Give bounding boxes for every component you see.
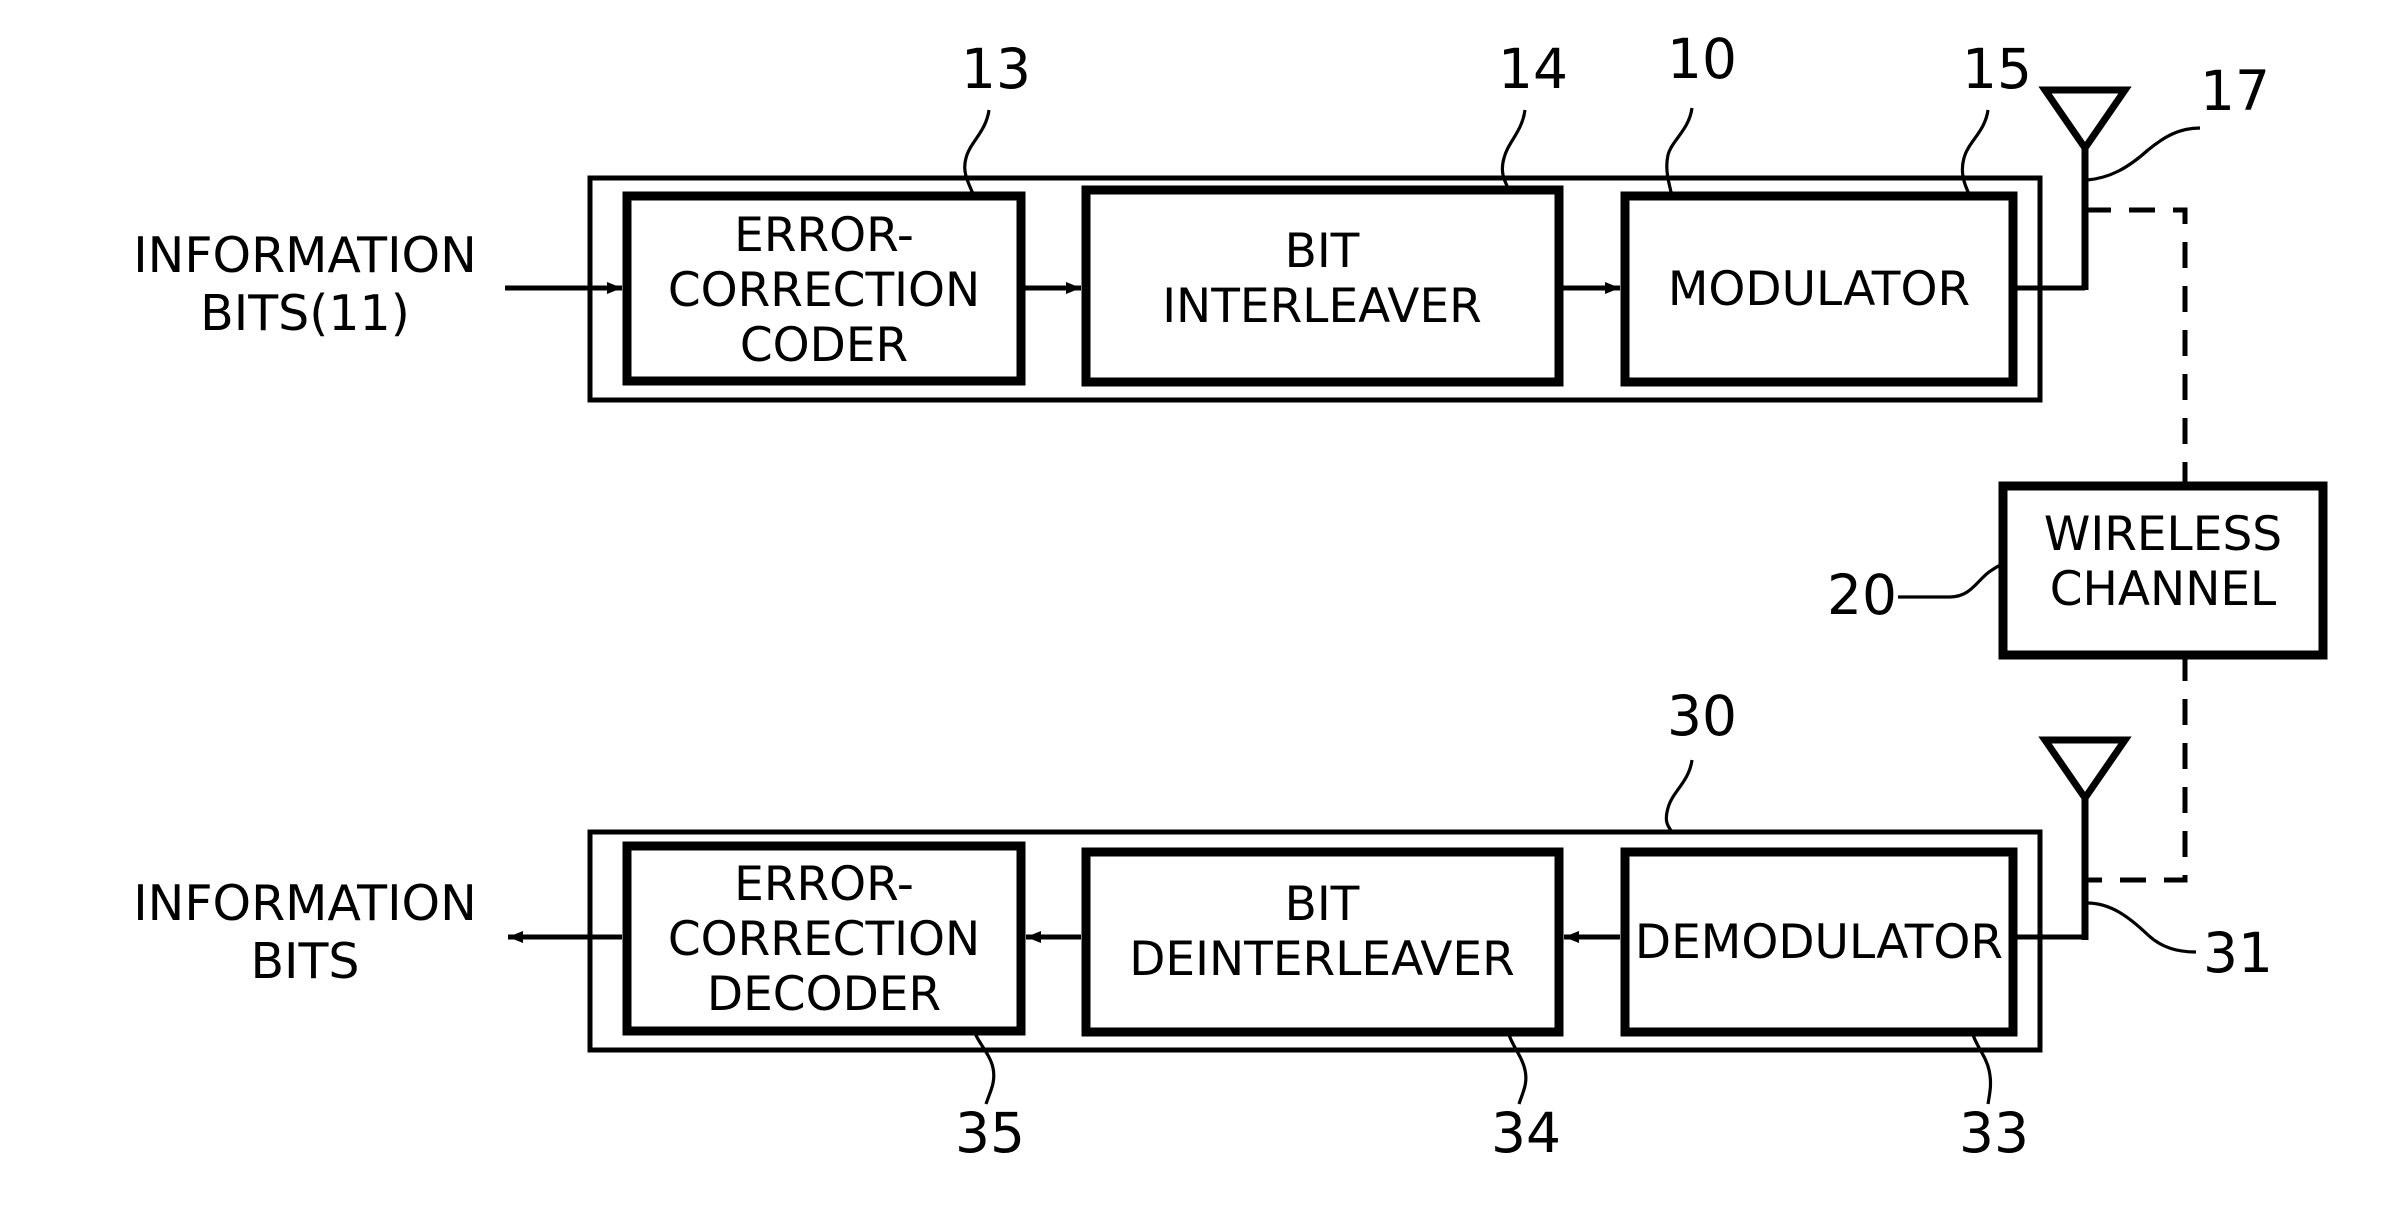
ref-13-label: 13 xyxy=(961,37,1031,101)
ref-33-label: 33 xyxy=(1959,1101,2029,1165)
block-diagram: ERROR- CORRECTION CODER BIT INTERLEAVER … xyxy=(133,27,2328,1165)
leader-35 xyxy=(972,1030,996,1105)
leader-20 xyxy=(1898,563,2004,599)
deinterleaver-label-line2: DEINTERLEAVER xyxy=(1129,932,1515,987)
decoder-label-line1: ERROR- xyxy=(734,857,914,912)
rx-output-label-line1: INFORMATION xyxy=(133,875,477,932)
coder-label-line1: ERROR- xyxy=(734,208,914,263)
decoder-label-line3: DECODER xyxy=(707,967,941,1022)
ref-17-label: 17 xyxy=(2200,59,2270,123)
leader-17 xyxy=(2086,126,2201,182)
leader-10 xyxy=(1665,107,1694,197)
dashed-link-tx-to-channel xyxy=(2085,207,2188,490)
ref-14-label: 14 xyxy=(1498,37,1568,101)
demodulator-label: DEMODULATOR xyxy=(1635,915,2003,970)
rx-output-label-line2: BITS xyxy=(250,933,359,990)
deinterleaver-label-line1: BIT xyxy=(1285,877,1360,932)
interleaver-label-line2: INTERLEAVER xyxy=(1162,279,1482,334)
ref-10-label: 10 xyxy=(1667,27,1737,91)
rx-antenna-icon xyxy=(2038,736,2132,805)
figure-canvas: ERROR- CORRECTION CODER BIT INTERLEAVER … xyxy=(0,0,2400,1220)
leader-34 xyxy=(1506,1031,1528,1105)
leader-13 xyxy=(963,109,991,197)
leader-15 xyxy=(1960,109,1990,197)
ref-34-label: 34 xyxy=(1491,1101,1561,1165)
modulator-label: MODULATOR xyxy=(1668,262,1970,317)
leader-33 xyxy=(1970,1031,1993,1105)
ref-30-label: 30 xyxy=(1667,684,1737,748)
ref-15-label: 15 xyxy=(1962,37,2032,101)
ref-35-label: 35 xyxy=(955,1101,1025,1165)
leader-30 xyxy=(1664,759,1694,833)
channel-label-line2: CHANNEL xyxy=(2050,562,2277,617)
tx-input-label-line2: BITS(11) xyxy=(200,285,410,342)
decoder-label-line2: CORRECTION xyxy=(668,912,980,967)
channel-label-line1: WIRELESS xyxy=(2044,507,2282,562)
dashed-link-channel-to-rx xyxy=(2085,655,2188,883)
ref-31-label: 31 xyxy=(2203,921,2273,985)
ref-20-label: 20 xyxy=(1827,563,1897,627)
interleaver-label-line1: BIT xyxy=(1285,224,1360,279)
tx-antenna-icon xyxy=(2038,86,2132,155)
coder-label-line2: CORRECTION xyxy=(668,263,980,318)
tx-input-label-line1: INFORMATION xyxy=(133,227,477,284)
leader-31 xyxy=(2086,901,2197,954)
coder-label-line3: CODER xyxy=(740,318,908,373)
